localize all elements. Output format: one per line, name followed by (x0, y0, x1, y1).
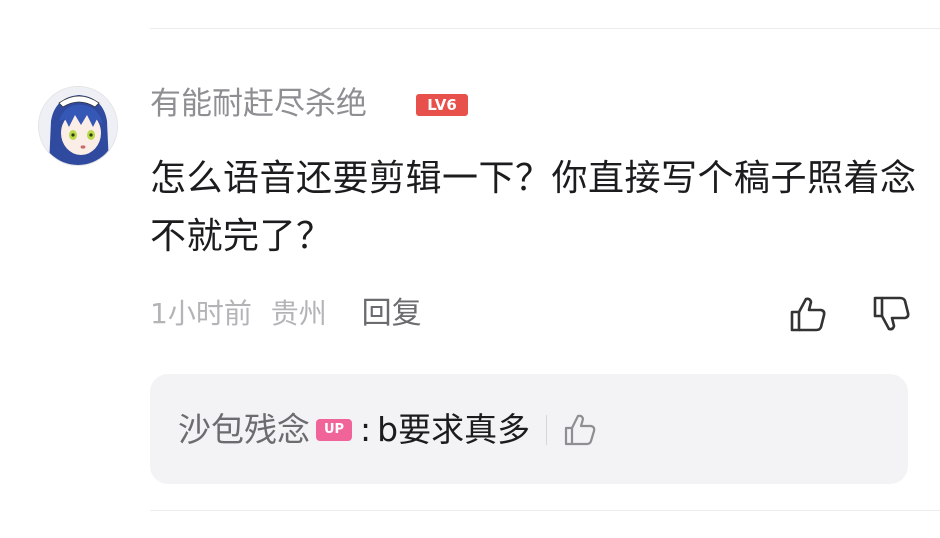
sub-reply-colon: : (360, 410, 372, 449)
sub-reply-box[interactable]: 沙包残念 UP : b要求真多 (150, 374, 908, 484)
top-divider (150, 28, 940, 29)
comment-text: 怎么语音还要剪辑一下？你直接写个稿子照着念不就完了？ (150, 158, 917, 257)
dislike-button[interactable] (871, 294, 913, 334)
thumbs-up-icon (790, 297, 826, 332)
level-badge: LV6 (416, 94, 468, 116)
thumbs-up-icon[interactable] (563, 412, 597, 448)
comment-time: 1小时前 (150, 297, 252, 330)
sub-reply-author[interactable]: 沙包残念 (178, 408, 310, 452)
comment-meta: 1小时前 贵州 回复 (150, 293, 422, 335)
sub-reply-separator (546, 415, 548, 445)
like-button[interactable] (788, 294, 828, 334)
reply-button[interactable]: 回复 (362, 293, 422, 335)
sub-reply-line: 沙包残念 UP : b要求真多 (178, 408, 597, 452)
up-badge: UP (316, 419, 352, 441)
bottom-divider (150, 510, 940, 511)
comment-username[interactable]: 有能耐赶尽杀绝 (150, 84, 367, 124)
comment-location: 贵州 (270, 297, 327, 330)
thumbs-down-icon (873, 296, 910, 331)
user-avatar[interactable] (38, 86, 118, 166)
sub-reply-text: b要求真多 (377, 410, 531, 449)
